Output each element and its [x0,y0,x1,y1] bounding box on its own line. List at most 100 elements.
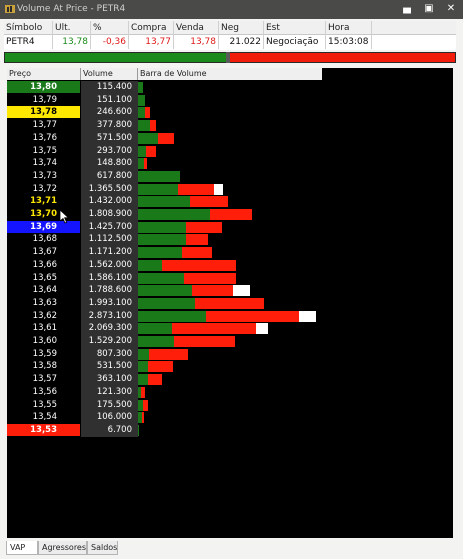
sell-volume-bar [192,285,233,296]
value-sell: 13,78 [174,35,219,49]
price-cell: 13,76 [32,133,57,143]
price-cell: 13,66 [32,260,57,270]
price-cell: 13,75 [32,146,57,156]
volume-cell: 1.365.500 [88,184,132,194]
sell-volume-bar [144,158,147,169]
header-status: Est [264,21,326,35]
price-cell: 13,73 [32,171,57,181]
restore-icon[interactable]: ▣ [422,2,436,16]
buy-volume-bar [138,425,139,436]
sell-volume-bar [158,133,174,144]
buy-volume-bar [138,107,145,118]
volume-cell: 1.586.100 [88,273,132,283]
sell-volume-bar [146,146,156,157]
buy-volume-bar [138,323,172,334]
price-cell: 13,71 [30,196,57,206]
sell-volume-bar [149,349,188,360]
tab-saldos[interactable]: Saldos [87,541,118,555]
neutral-volume-bar [214,184,223,195]
volume-cell: 151.100 [96,95,132,105]
quote-value-row[interactable]: PETR4 13,78 -0,36 13,77 13,78 21.022 Neg… [4,35,456,49]
neutral-volume-bar [299,311,316,322]
buy-volume-bar [138,120,150,131]
buy-volume-bar [138,133,158,144]
sell-volume-bar [141,387,145,398]
volume-cell: 1.171.200 [88,247,132,257]
buy-volume-bar [138,361,148,372]
neutral-volume-bar [256,323,268,334]
buy-volume-bar [138,247,182,258]
volume-cell: 106.000 [96,412,132,422]
buy-volume-bar [138,273,184,284]
column-header-volume[interactable]: Volume [81,68,138,80]
sell-volume-bar [210,209,252,220]
volume-cell: 1.425.700 [88,222,132,232]
volume-cell: 246.600 [96,107,132,117]
value-last: 13,78 [53,35,91,49]
price-cell: 13,54 [32,412,57,422]
header-symbol: Símbolo [4,21,53,35]
volume-cell: 617.800 [96,171,132,181]
buy-volume-bar [138,146,146,157]
sell-volume-bar [182,247,212,258]
quote-header-row: Símbolo Ult. % Compra Venda Neg Est Hora [4,21,456,35]
volume-at-price-panel: Preço Volume Barra de Volume 13,80 13,79 1… [7,68,453,538]
volume-cell: 571.500 [96,133,132,143]
window-title: Volume At Price - PETR4 [17,4,126,14]
value-trades: 21.022 [219,35,264,49]
sell-volume-bar [143,400,148,411]
tab-vap[interactable]: VAP [6,541,38,555]
buy-volume-bar [138,196,190,207]
column-header-volume-bar[interactable]: Barra de Volume [138,68,322,80]
volume-cell: 1.562.000 [88,260,132,270]
price-cell: 13,57 [32,374,57,384]
sell-volume-bar [150,120,156,131]
value-time: 15:03:08 [326,35,372,49]
value-percent: -0,36 [91,35,129,49]
header-buy: Compra [129,21,174,35]
buy-volume-bar [138,374,148,385]
buy-volume-bar [138,298,195,309]
bottom-tab-bar: VAP Agressores Saldos [0,538,463,559]
price-cell: 13,65 [32,273,57,283]
header-last: Ult. [53,21,91,35]
header-time: Hora [326,21,372,35]
price-cell: 13,72 [32,184,57,194]
volume-cell: 293.700 [96,146,132,156]
price-cell: 13,60 [32,336,57,346]
mouse-cursor-icon [60,210,70,224]
volume-cell: 1.529.200 [88,336,132,346]
price-cell: 13,62 [32,311,57,321]
sell-volume-bar [174,336,235,347]
buy-volume-bar [138,336,174,347]
sell-volume-bar [186,234,208,245]
price-cell: 13,53 [7,424,80,436]
column-header-price[interactable]: Preço [7,68,81,80]
buy-volume-bar [138,311,206,322]
value-status: Negociação [264,35,326,49]
volume-cell: 121.300 [96,387,132,397]
value-buy: 13,77 [129,35,174,49]
sell-volume-bar [184,273,236,284]
tab-agressores[interactable]: Agressores [38,541,87,555]
sell-volume-bar [162,260,236,271]
sell-volume-bar [206,311,299,322]
price-cell: 13,64 [32,285,57,295]
volume-cell: 6.700 [107,425,132,435]
buy-volume-bar [138,349,149,360]
title-bar[interactable]: Volume At Price - PETR4 ▄ ▣ ✕ [0,0,463,19]
volume-cell: 115.400 [96,82,132,92]
neutral-volume-bar [233,285,250,296]
app-icon [5,5,15,13]
close-icon[interactable]: ✕ [444,2,458,16]
sell-volume-bar [178,184,214,195]
sell-volume-bar [172,323,256,334]
value-symbol: PETR4 [4,35,53,49]
buy-volume-bar [138,95,145,106]
sell-volume-bar [195,298,264,309]
buy-volume-bar [138,184,178,195]
header-trades: Neg [219,21,264,35]
price-cell: 13,74 [32,158,57,168]
minimize-icon[interactable]: ▄ [400,2,414,16]
price-cell: 13,68 [32,234,57,244]
